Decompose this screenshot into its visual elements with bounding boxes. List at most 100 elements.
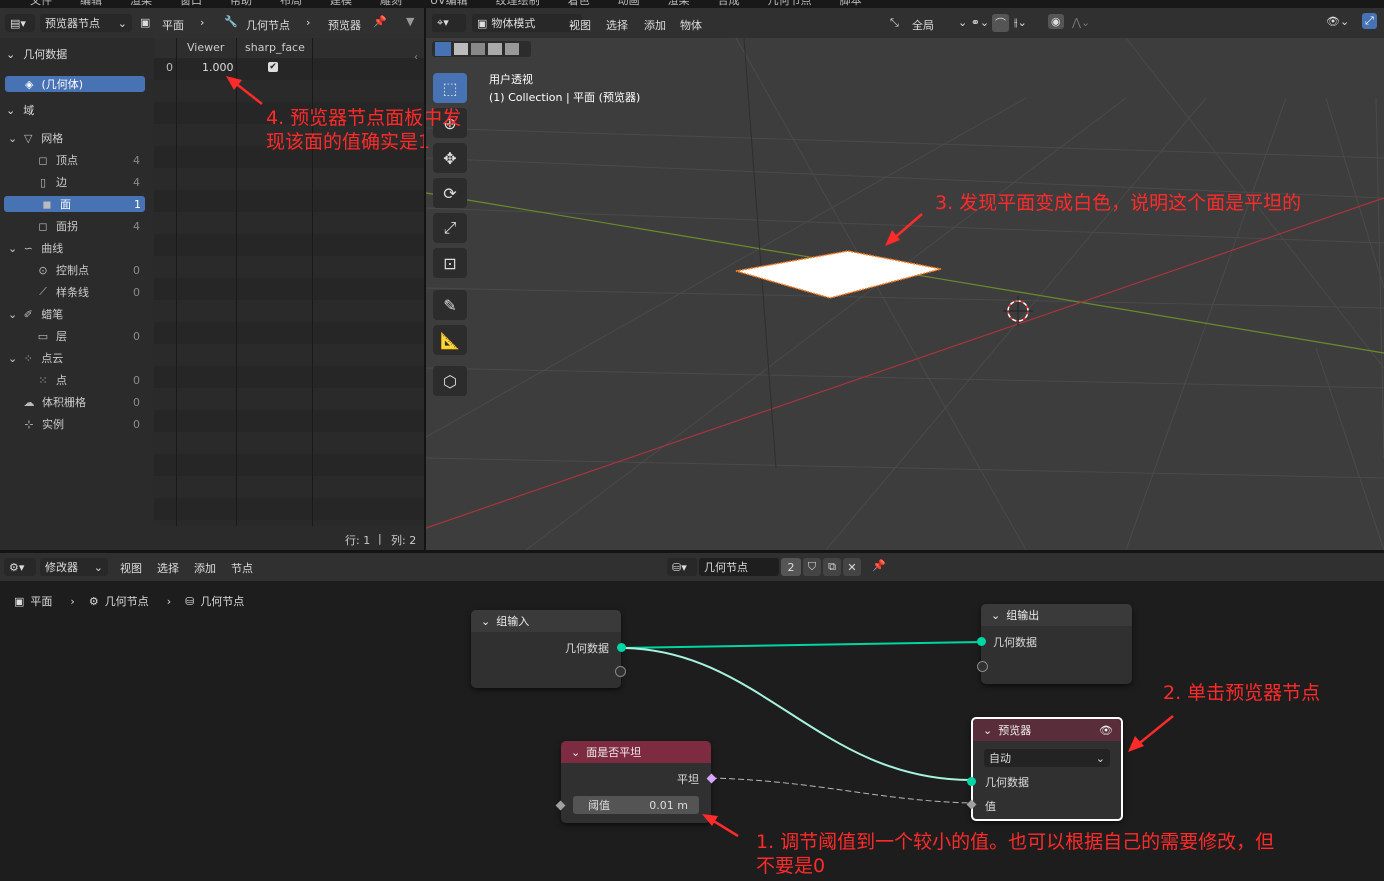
object-mode-dropdown[interactable]: ▣ 物体模式 ⌄ [472, 14, 582, 32]
eye-icon[interactable]: 👁 [1099, 724, 1113, 737]
domain-item[interactable]: ▯ 边 4 [0, 172, 152, 192]
select-subtract-icon[interactable] [471, 43, 485, 55]
chevron-down-icon[interactable]: ⌄ [6, 104, 15, 117]
domain-item[interactable]: ⁙ 点 0 [0, 370, 152, 390]
geometry-item[interactable]: ◈ (几何体) [5, 76, 145, 92]
chevron-down-icon[interactable]: ⌄ [481, 615, 490, 628]
top-menu-item[interactable]: 帮助 [230, 0, 252, 8]
editor-type-button[interactable]: ▤▾ [5, 14, 35, 32]
chevron-down-icon[interactable]: ⌄ [6, 48, 15, 61]
domain-item[interactable]: ⌄ ∽ 曲线 [0, 238, 152, 258]
scale-tool-icon[interactable]: ⤢ [433, 213, 467, 243]
geometry-input-socket[interactable] [977, 637, 986, 646]
unlink-close-icon[interactable]: ✕ [843, 558, 861, 576]
transform-tool-icon[interactable]: ⊡ [433, 248, 467, 278]
measure-tool-icon[interactable]: 📐 [433, 325, 467, 355]
domain-item[interactable]: ⟋ 样条线 0 [0, 282, 152, 302]
transform-orientation-icon[interactable]: ⤡ [890, 16, 899, 30]
top-menu-item[interactable]: 动画 [618, 0, 640, 8]
menu-select[interactable]: 选择 [606, 17, 628, 33]
top-menu-item[interactable]: 文件 [30, 0, 52, 8]
group-output-node[interactable]: ⌄ 组输出 几何数据 [977, 604, 1132, 684]
annotate-tool-icon[interactable]: ✎ [433, 290, 467, 320]
node-editor-type-button[interactable]: ⚙▾ [4, 558, 36, 576]
domain-item[interactable]: ▭ 层 0 [0, 326, 152, 346]
falloff-icon[interactable]: ⋀⌄ [1072, 16, 1090, 29]
visibility-icon[interactable]: 👁⌄ [1326, 15, 1349, 28]
pivot-icon[interactable]: ⌄ ⚭⌄ [958, 16, 989, 29]
threshold-field[interactable]: 阈值 0.01 m [573, 796, 699, 814]
snap-icon[interactable]: ⌒ [992, 14, 1009, 32]
chevron-down-icon[interactable]: ⌄ [571, 746, 580, 759]
empty-input-socket[interactable] [977, 661, 988, 672]
domain-item[interactable]: ◼ 面 1 [4, 196, 145, 212]
domain-item[interactable]: ⌄ ▽ 网格 [0, 128, 152, 148]
viewer-domain-dropdown[interactable]: 自动 ⌄ [984, 749, 1110, 767]
top-menu-item[interactable]: 合成 [718, 0, 740, 8]
domain-item[interactable]: ⊙ 控制点 0 [0, 260, 152, 280]
pin-icon[interactable]: 📌 [872, 559, 886, 572]
node-menu-view[interactable]: 视图 [120, 560, 142, 576]
top-menu-item[interactable]: 雕刻 [380, 0, 402, 8]
filter-icon[interactable]: ▼ [406, 15, 414, 28]
select-mode-buttons[interactable] [432, 41, 531, 57]
geometry-node-type-dropdown[interactable]: 修改器 ⌄ [40, 558, 108, 576]
nodegroup-name-field[interactable]: 几何节点 [699, 558, 779, 576]
breadcrumb-viewer[interactable]: 预览器 [328, 17, 361, 33]
rotate-tool-icon[interactable]: ⟳ [433, 178, 467, 208]
viewport-editor-type-button[interactable]: ⌖▾ [432, 14, 466, 32]
top-menu-item[interactable]: 渲染 [668, 0, 690, 8]
viewport-canvas[interactable]: 用户透视 (1) Collection | 平面 (预览器) ⬚ ⊕ ✥ ⟳ ⤢… [426, 38, 1384, 550]
collapse-arrow-icon[interactable]: ‹ [414, 52, 418, 63]
fake-user-shield-icon[interactable]: ⛉ [803, 558, 821, 576]
select-extend-icon[interactable] [454, 43, 468, 55]
viewer-node[interactable]: ⌄ 预览器 👁 自动 ⌄ 几何数据 值 [966, 717, 1123, 821]
column-header-sharp-face[interactable]: sharp_face [245, 41, 305, 54]
transform-orientation-label[interactable]: 全局 [912, 17, 934, 33]
top-menu-item[interactable]: 编辑 [80, 0, 102, 8]
top-menu-item[interactable]: 渲染 [130, 0, 152, 8]
chevron-down-icon[interactable]: ⌄ [8, 352, 17, 365]
duplicate-icon[interactable]: ⧉ [823, 558, 841, 576]
proportional-edit-icon[interactable]: ◉ [1048, 14, 1064, 29]
select-box-tool-icon[interactable]: ⬚ [433, 73, 467, 103]
domain-item[interactable]: ⌄ ✐ 蜡笔 [0, 304, 152, 324]
menu-object[interactable]: 物体 [680, 17, 702, 33]
top-menu-item[interactable]: 窗口 [180, 0, 202, 8]
add-cube-tool-icon[interactable]: ⬡ [433, 366, 467, 396]
domain-item[interactable]: ☁ 体积栅格 0 [0, 392, 152, 412]
top-menu-item[interactable]: 布局 [280, 0, 302, 8]
gizmo-toggle-icon[interactable]: ⤢ [1362, 13, 1377, 29]
chevron-down-icon[interactable]: ⌄ [8, 132, 17, 145]
top-menu-item[interactable]: 着色 [568, 0, 590, 8]
top-menu-item[interactable]: UV编辑 [430, 0, 468, 8]
geometry-output-socket[interactable] [617, 643, 626, 652]
node-menu-select[interactable]: 选择 [157, 560, 179, 576]
domain-item[interactable]: ⊹ 实例 0 [0, 414, 152, 434]
chevron-down-icon[interactable]: ⌄ [8, 308, 17, 321]
is-face-planar-node[interactable]: ⌄ 面是否平坦 平坦 阈值 0.01 m [555, 741, 717, 823]
object-eval-dropdown[interactable]: 预览器节点 ⌄ [40, 14, 132, 32]
snap-target-icon[interactable]: ⫲⌄ [1014, 16, 1027, 30]
node-menu-node[interactable]: 节点 [231, 560, 253, 576]
breadcrumb-object[interactable]: 平面 [162, 17, 184, 33]
top-menu-item[interactable]: 建模 [330, 0, 352, 8]
top-menu-item[interactable]: 脚本 [840, 0, 862, 8]
select-invert-icon[interactable] [488, 43, 502, 55]
empty-output-socket[interactable] [615, 666, 626, 677]
top-menu-item[interactable]: 几何节点 [768, 0, 812, 8]
domain-item[interactable]: ◻ 顶点 4 [0, 150, 152, 170]
chevron-down-icon[interactable]: ⌄ [983, 724, 992, 737]
node-menu-add[interactable]: 添加 [194, 560, 216, 576]
menu-view[interactable]: 视图 [569, 17, 591, 33]
top-menu-item[interactable]: 纹理绘制 [496, 0, 540, 8]
chevron-down-icon[interactable]: ⌄ [991, 609, 1000, 622]
nodegroup-users-count[interactable]: 2 [781, 558, 801, 576]
menu-add[interactable]: 添加 [644, 17, 666, 33]
group-input-node[interactable]: ⌄ 组输入 几何数据 [471, 610, 626, 688]
domain-item[interactable]: ◻ 面拐 4 [0, 216, 152, 236]
viewer-geometry-socket[interactable] [967, 777, 976, 786]
domain-item[interactable]: ⌄ ⁘ 点云 [0, 348, 152, 368]
pin-icon[interactable]: 📌 [373, 15, 387, 28]
select-new-icon[interactable] [435, 42, 451, 56]
